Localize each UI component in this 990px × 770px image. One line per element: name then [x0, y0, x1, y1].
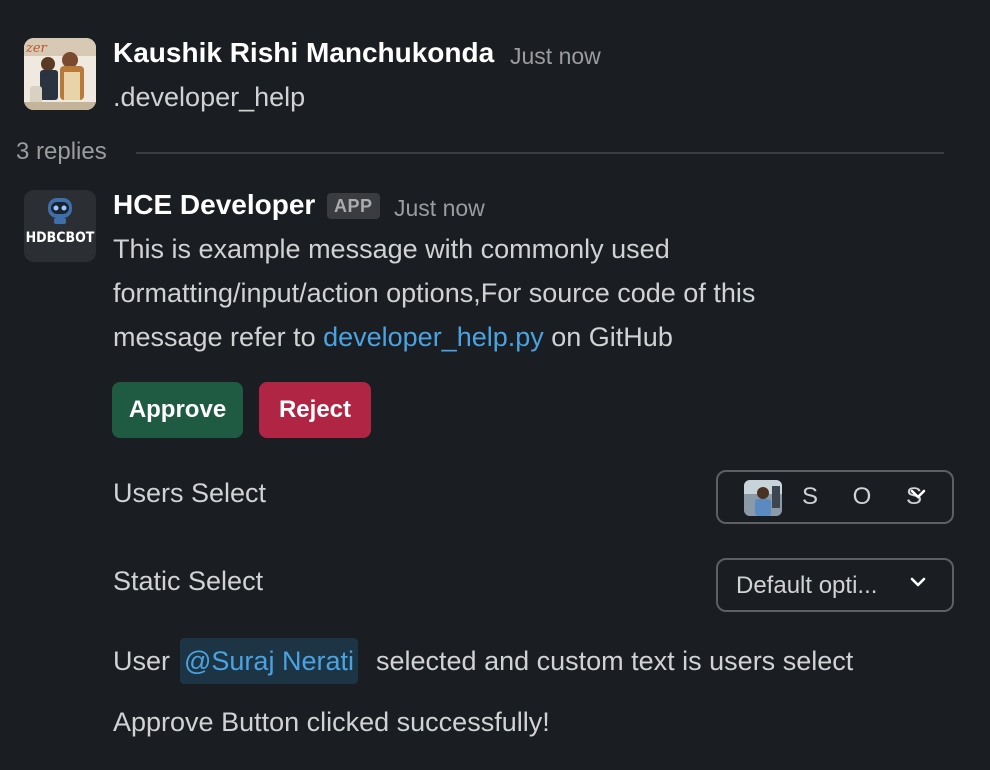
author-name[interactable]: Kaushik Rishi Manchukonda: [113, 37, 494, 69]
bot-message-line-3: message refer to developer_help.py on Gi…: [113, 322, 673, 353]
approve-button[interactable]: Approve: [112, 382, 243, 438]
users-select-label: Users Select: [113, 478, 267, 508]
selection-suffix: selected and custom text is users select: [376, 646, 854, 676]
bot-message-line-2: formatting/input/action options,For sour…: [113, 278, 756, 308]
status-message: Approve Button clicked successfully!: [113, 707, 550, 737]
static-select-value: Default opti...: [736, 572, 878, 599]
selected-user-avatar: [744, 480, 782, 516]
thread-divider: [136, 152, 944, 154]
bot-name[interactable]: HCE Developer: [113, 189, 315, 221]
user-mention[interactable]: @Suraj Nerati: [180, 638, 358, 684]
bot-timestamp[interactable]: Just now: [394, 195, 485, 222]
line3-prefix: message refer to: [113, 322, 324, 352]
app-badge: APP: [327, 193, 380, 219]
replies-count: 3 replies: [16, 138, 107, 165]
github-link[interactable]: developer_help.py: [323, 322, 544, 352]
user-avatar[interactable]: zer: [24, 38, 96, 110]
chevron-down-icon: [910, 489, 926, 499]
message-timestamp[interactable]: Just now: [510, 43, 601, 70]
message-text: .developer_help: [113, 82, 306, 112]
static-select-label: Static Select: [113, 566, 264, 596]
line3-suffix: on GitHub: [543, 322, 673, 352]
slack-thread: zer Kaushik Rishi Manchukonda Just now .…: [0, 0, 990, 770]
static-select-dropdown[interactable]: Default opti...: [716, 558, 954, 612]
bot-avatar[interactable]: HDBCBOT: [24, 190, 96, 262]
bot-message-line-1: This is example message with commonly us…: [113, 234, 670, 264]
chevron-down-icon: [910, 577, 926, 587]
bot-avatar-text: HDBCBOT: [26, 230, 95, 246]
selection-prefix: User: [113, 646, 171, 676]
svg-text:zer: zer: [25, 41, 48, 56]
reject-button[interactable]: Reject: [259, 382, 371, 438]
users-select-dropdown[interactable]: S O S: [716, 470, 954, 524]
